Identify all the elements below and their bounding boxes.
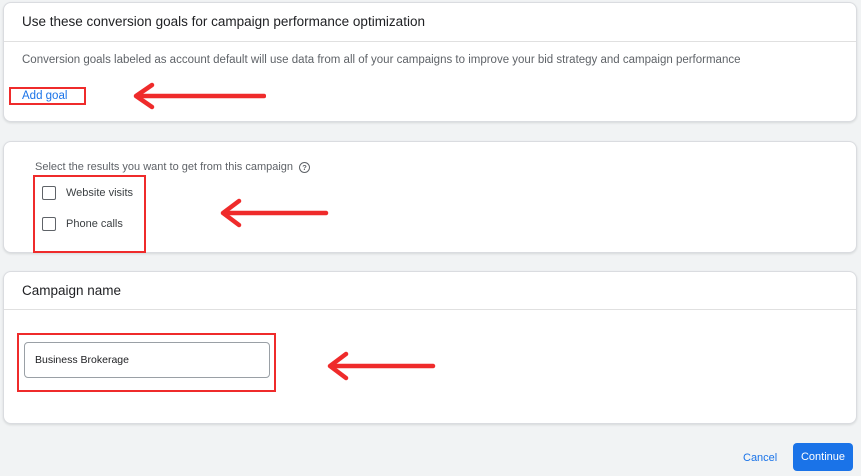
website-visits-option[interactable]: Website visits [42, 186, 133, 200]
phone-calls-label: Phone calls [66, 218, 123, 230]
results-prompt-text: Select the results you want to get from … [35, 161, 294, 173]
conversion-goals-description: Conversion goals labeled as account defa… [22, 54, 741, 66]
results-prompt: Select the results you want to get from … [35, 161, 311, 173]
campaign-results-card: Select the results you want to get from … [3, 141, 857, 253]
website-visits-checkbox[interactable] [42, 186, 56, 200]
phone-calls-checkbox[interactable] [42, 217, 56, 231]
campaign-name-input[interactable] [24, 342, 270, 378]
help-icon[interactable]: ? [299, 161, 311, 173]
cancel-button[interactable]: Cancel [735, 445, 785, 471]
continue-button[interactable]: Continue [793, 443, 853, 471]
add-goal-link[interactable]: Add goal [22, 90, 67, 102]
website-visits-label: Website visits [66, 187, 134, 199]
campaign-name-card: Campaign name [3, 271, 857, 424]
conversion-goals-card: Use these conversion goals for campaign … [3, 2, 857, 122]
campaign-name-title: Campaign name [22, 283, 122, 298]
campaign-name-header: Campaign name [4, 272, 856, 310]
conversion-goals-header: Use these conversion goals for campaign … [4, 3, 856, 42]
phone-calls-option[interactable]: Phone calls [42, 217, 123, 231]
conversion-goals-title: Use these conversion goals for campaign … [22, 14, 425, 29]
